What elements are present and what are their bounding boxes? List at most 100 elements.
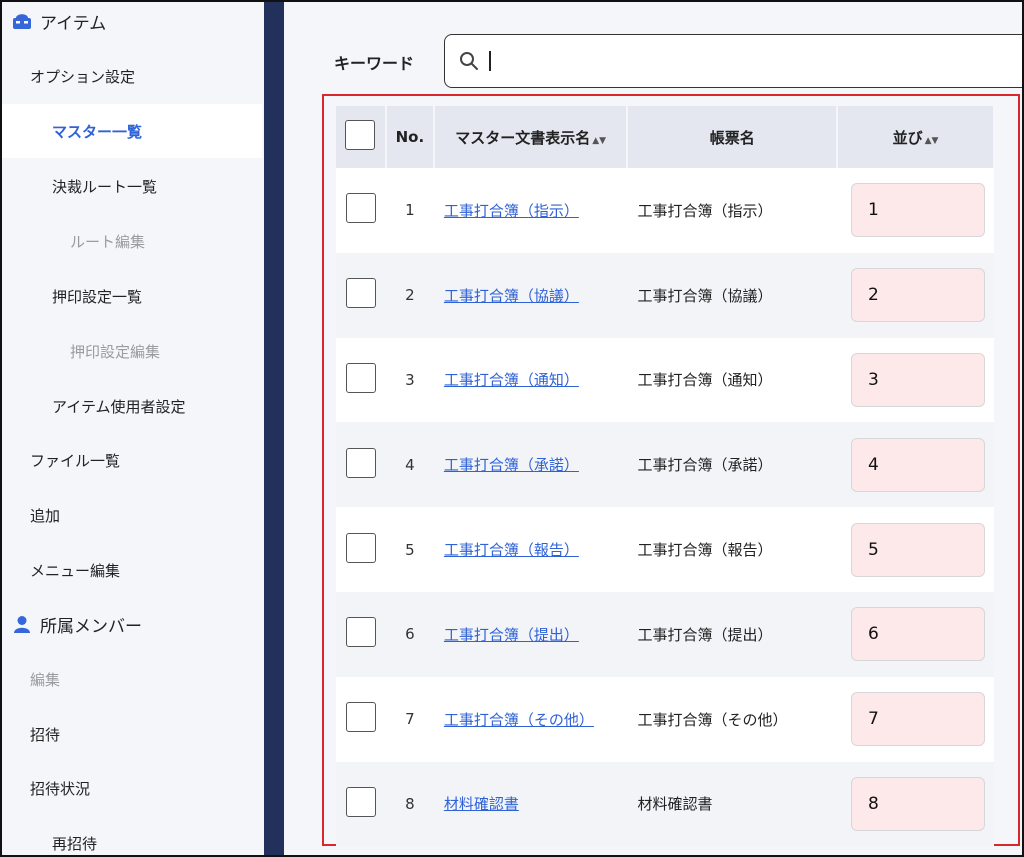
sidebar-item-master-list[interactable]: マスター一覧 <box>2 104 262 158</box>
table-row: 4 工事打合簿（承諾） 工事打合簿（承諾） 4 <box>336 422 994 508</box>
row-no: 2 <box>385 252 434 338</box>
text-cursor <box>489 51 491 71</box>
master-name-link[interactable]: 工事打合簿（協議） <box>444 287 579 305</box>
row-checkbox-cell <box>336 337 386 423</box>
row-form-name: 工事打合簿（承諾） <box>627 422 837 508</box>
table-body: 1 工事打合簿（指示） 工事打合簿（指示） 1 2 工事打合簿（協議） 工事打合… <box>336 168 994 847</box>
header-no: No. <box>385 106 435 168</box>
sidebar-item-invite[interactable]: 招待 <box>2 707 262 761</box>
sidebar-item-invite-status[interactable]: 招待状況 <box>2 761 262 815</box>
sidebar-item-label: 所属メンバー <box>40 616 142 637</box>
sidebar: アイテム オプション設定 マスター一覧 決裁ルート一覧 ルート編集 押印設定一覧… <box>2 2 264 855</box>
row-form-name: 工事打合簿（提出） <box>627 591 837 677</box>
row-checkbox[interactable] <box>345 617 376 648</box>
master-name-link[interactable]: 工事打合簿（指示） <box>444 202 579 220</box>
row-checkbox[interactable] <box>345 532 376 563</box>
sidebar-item-label: 追加 <box>30 506 61 525</box>
row-checkbox[interactable] <box>345 193 376 224</box>
row-checkbox[interactable] <box>345 278 376 309</box>
sidebar-item-route-edit[interactable]: ルート編集 <box>2 214 262 268</box>
sidebar-item-label: 押印設定編集 <box>70 342 161 361</box>
header-label: マスター文書表示名 <box>455 128 591 147</box>
row-name-cell: 工事打合簿（報告） <box>433 507 628 592</box>
master-name-link[interactable]: 材料確認書 <box>444 795 519 813</box>
row-checkbox-cell <box>336 252 386 338</box>
row-no: 4 <box>385 422 434 508</box>
row-form-name: 工事打合簿（協議） <box>627 252 837 338</box>
row-checkbox[interactable] <box>345 362 376 393</box>
order-input[interactable]: 5 <box>850 522 985 577</box>
row-order-cell: 6 <box>836 591 994 677</box>
sort-icon: ▲▼ <box>924 135 939 146</box>
row-checkbox-cell <box>336 761 386 847</box>
master-name-link[interactable]: 工事打合簿（提出） <box>444 626 579 644</box>
sidebar-item-item-user-settings[interactable]: アイテム使用者設定 <box>2 379 262 433</box>
row-checkbox-cell <box>336 422 386 508</box>
main-content: キーワード No. マスター文書表示名 ▲▼ 帳票名 並び ▲▼ 1 工事打合簿… <box>284 2 1022 855</box>
row-checkbox-cell <box>336 591 386 677</box>
header-master-name[interactable]: マスター文書表示名 ▲▼ <box>433 106 629 168</box>
sidebar-item-label: 押印設定一覧 <box>52 287 143 306</box>
table-row: 7 工事打合簿（その他） 工事打合簿（その他） 7 <box>336 676 994 762</box>
order-input[interactable]: 4 <box>850 437 985 492</box>
sidebar-item-label: 招待 <box>30 725 61 744</box>
order-input[interactable]: 7 <box>850 692 985 747</box>
sidebar-item-stamp-settings-edit[interactable]: 押印設定編集 <box>2 324 262 378</box>
search-input[interactable] <box>444 34 1022 88</box>
row-name-cell: 工事打合簿（協議） <box>433 252 628 338</box>
sidebar-item-label: アイテム使用者設定 <box>52 397 186 416</box>
row-checkbox[interactable] <box>345 786 376 817</box>
row-checkbox[interactable] <box>345 447 376 478</box>
row-checkbox-cell <box>336 676 386 762</box>
header-select-all <box>336 106 387 168</box>
row-checkbox[interactable] <box>345 702 376 733</box>
row-name-cell: 工事打合簿（承諾） <box>433 422 628 508</box>
sidebar-section-item[interactable]: アイテム <box>2 2 262 48</box>
table-row: 3 工事打合簿（通知） 工事打合簿（通知） 3 <box>336 337 994 423</box>
sidebar-item-approval-route-list[interactable]: 決裁ルート一覧 <box>2 159 262 213</box>
table-row: 1 工事打合簿（指示） 工事打合簿（指示） 1 <box>336 168 994 253</box>
row-form-name: 材料確認書 <box>627 761 837 847</box>
sidebar-item-file-list[interactable]: ファイル一覧 <box>2 433 262 487</box>
order-input[interactable]: 1 <box>850 183 985 238</box>
sidebar-item-add[interactable]: 追加 <box>2 488 262 542</box>
order-input[interactable]: 3 <box>850 352 985 407</box>
sidebar-item-option-settings[interactable]: オプション設定 <box>2 49 262 103</box>
sidebar-item-reinvite[interactable]: 再招待 <box>2 816 262 855</box>
sidebar-item-member-edit[interactable]: 編集 <box>2 652 262 706</box>
row-name-cell: 材料確認書 <box>433 761 628 847</box>
master-name-link[interactable]: 工事打合簿（通知） <box>444 371 579 389</box>
header-order[interactable]: 並び ▲▼ <box>836 106 996 168</box>
order-input[interactable]: 8 <box>850 776 985 831</box>
select-all-checkbox[interactable] <box>345 120 376 150</box>
row-form-name: 工事打合簿（通知） <box>627 337 837 423</box>
row-no: 8 <box>385 761 434 847</box>
sidebar-divider <box>264 2 284 855</box>
master-name-link[interactable]: 工事打合簿（その他） <box>444 711 594 729</box>
sidebar-item-menu-edit[interactable]: メニュー編集 <box>2 543 262 597</box>
keyword-label: キーワード <box>334 54 415 73</box>
row-form-name: 工事打合簿（報告） <box>627 507 837 592</box>
header-form-name: 帳票名 <box>627 106 838 168</box>
sidebar-item-label: 再招待 <box>52 834 98 853</box>
row-checkbox-cell <box>336 168 386 253</box>
row-name-cell: 工事打合簿（その他） <box>433 676 628 762</box>
sort-icon: ▲▼ <box>592 135 607 146</box>
sidebar-item-stamp-settings-list[interactable]: 押印設定一覧 <box>2 269 262 323</box>
sidebar-item-label: マスター一覧 <box>52 122 143 141</box>
order-input[interactable]: 6 <box>850 607 985 662</box>
sidebar-section-members[interactable]: 所属メンバー <box>2 597 262 651</box>
order-input[interactable]: 2 <box>850 268 985 323</box>
row-no: 5 <box>385 507 434 592</box>
row-no: 6 <box>385 591 434 677</box>
row-order-cell: 5 <box>836 507 994 592</box>
row-name-cell: 工事打合簿（提出） <box>433 591 628 677</box>
master-name-link[interactable]: 工事打合簿（承諾） <box>444 456 579 474</box>
app-window: アイテム オプション設定 マスター一覧 決裁ルート一覧 ルート編集 押印設定一覧… <box>0 0 1024 857</box>
row-order-cell: 3 <box>836 337 994 423</box>
search-icon <box>459 51 479 71</box>
header-label: 並び <box>892 128 923 147</box>
item-icon <box>12 11 32 31</box>
master-name-link[interactable]: 工事打合簿（報告） <box>444 541 579 559</box>
table-header-row: No. マスター文書表示名 ▲▼ 帳票名 並び ▲▼ <box>336 106 996 168</box>
